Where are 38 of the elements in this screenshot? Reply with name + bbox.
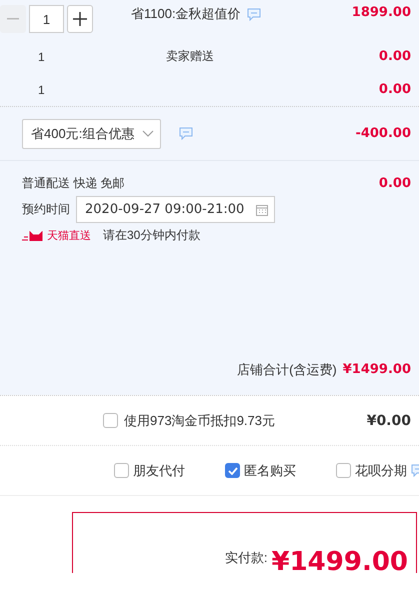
discount-dropdown[interactable]: 省400元:组合优惠 bbox=[22, 118, 162, 148]
store-total: ¥1499.00 bbox=[342, 362, 411, 377]
delivery-fee: 0.00 bbox=[378, 176, 411, 191]
checkbox[interactable] bbox=[114, 463, 129, 478]
increase-button[interactable] bbox=[67, 5, 93, 33]
plus-icon bbox=[73, 12, 87, 26]
minus-icon bbox=[7, 18, 19, 20]
gift-quantity: 1 bbox=[37, 82, 46, 96]
gift-quantity: 1 bbox=[37, 50, 46, 64]
discount-amount: -400.00 bbox=[355, 126, 411, 141]
promotion-label: 省1100:金秋超值价 bbox=[131, 5, 241, 23]
total-label: 店铺合计(含运费) bbox=[237, 360, 337, 378]
date-field[interactable]: 2020-09-27 09:00-21:00 bbox=[76, 196, 275, 223]
chevron-down-icon bbox=[142, 130, 154, 138]
option-label: 花呗分期 bbox=[355, 462, 407, 480]
payment-note: 请在30分钟内付款 bbox=[103, 227, 200, 244]
option-label: 匿名购买 bbox=[244, 462, 296, 480]
comment-icon[interactable] bbox=[246, 8, 261, 20]
coins-amount: ¥0.00 bbox=[366, 412, 411, 428]
calendar-icon bbox=[256, 204, 268, 216]
cat-head-icon bbox=[22, 230, 44, 240]
delivery-method: 普通配送 快递 免邮 bbox=[22, 175, 125, 192]
checkbox[interactable] bbox=[225, 463, 240, 478]
coins-label: 使用973淘金币抵扣9.73元 bbox=[124, 412, 275, 430]
item-price: 1899.00 bbox=[352, 5, 411, 20]
checkbox[interactable] bbox=[103, 413, 118, 428]
time-label: 预约时间 bbox=[22, 201, 70, 218]
checkbox[interactable] bbox=[336, 463, 351, 478]
gift-price: 0.00 bbox=[378, 49, 411, 64]
checkmark-icon bbox=[228, 466, 238, 474]
gift-label: 卖家赠送 bbox=[166, 48, 214, 65]
option-label: 朋友代付 bbox=[133, 462, 185, 480]
delivery-service-label: 天猫直送 bbox=[47, 229, 91, 243]
payment-label: 实付款: bbox=[224, 549, 268, 567]
quantity-field[interactable]: 1 bbox=[29, 5, 64, 33]
payment-amount: ¥1499.00 bbox=[271, 549, 408, 575]
gift-price: 0.00 bbox=[378, 82, 411, 97]
comment-icon[interactable] bbox=[179, 127, 194, 140]
